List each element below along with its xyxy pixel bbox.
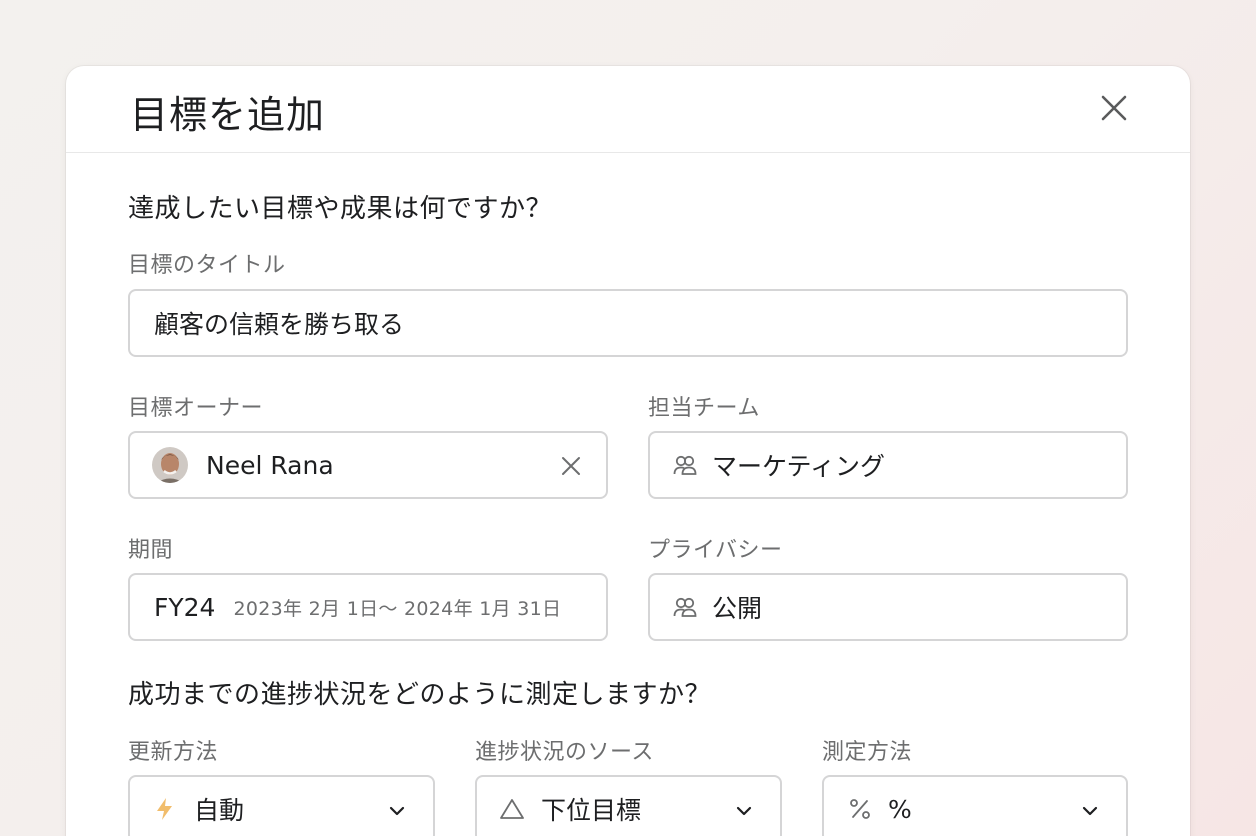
team-label: 担当チーム [648, 396, 760, 421]
period-field[interactable]: FY24 2023年 2月 1日～ 2024年 1月 31日 [128, 573, 608, 641]
progress-source-value: 下位目標 [541, 796, 642, 825]
chevron-down-icon [736, 806, 752, 816]
clear-owner-button[interactable] [560, 455, 582, 477]
team-field[interactable]: マーケティング [648, 431, 1128, 499]
period-label: 期間 [128, 538, 174, 563]
progress-source-select[interactable]: 下位目標 [475, 775, 782, 836]
progress-source-label: 進捗状況のソース [475, 740, 654, 765]
chevron-down-icon [389, 806, 405, 816]
team-icon [673, 597, 697, 617]
clear-icon [562, 457, 580, 475]
privacy-value: 公開 [712, 594, 763, 623]
team-value: マーケティング [712, 452, 886, 481]
close-icon [1101, 95, 1127, 121]
lightning-icon [157, 798, 172, 820]
goal-owner-field[interactable]: Neel Rana [128, 431, 608, 499]
goal-title-label: 目標のタイトル [128, 253, 286, 278]
measure-method-label: 測定方法 [822, 740, 913, 765]
measure-method-select[interactable]: % [822, 775, 1128, 836]
add-goal-dialog: 目標を追加 達成したい目標や成果は何ですか？ 目標のタイトル 顧客の信頼を勝ち取… [66, 66, 1190, 836]
privacy-field[interactable]: 公開 [648, 573, 1128, 641]
team-icon [673, 455, 697, 475]
update-method-select[interactable]: 自動 [128, 775, 435, 836]
close-button[interactable] [1100, 94, 1128, 122]
triangle-icon [500, 799, 524, 819]
goal-question: 達成したい目標や成果は何ですか？ [128, 194, 553, 224]
update-method-label: 更新方法 [128, 740, 219, 765]
avatar [152, 447, 188, 483]
goal-title-value: 顧客の信頼を勝ち取る [154, 310, 405, 339]
goal-title-input[interactable]: 顧客の信頼を勝ち取る [128, 289, 1128, 357]
dialog-header: 目標を追加 [66, 66, 1190, 153]
period-range: 2023年 2月 1日～ 2024年 1月 31日 [233, 597, 562, 620]
update-method-value: 自動 [194, 796, 245, 825]
period-value: FY24 [154, 592, 216, 622]
goal-owner-value: Neel Rana [206, 450, 334, 480]
privacy-label: プライバシー [648, 538, 783, 563]
dialog-title: 目標を追加 [130, 93, 326, 137]
progress-question: 成功までの進捗状況をどのように測定しますか？ [128, 680, 712, 710]
goal-owner-label: 目標オーナー [128, 396, 264, 421]
chevron-down-icon [1082, 806, 1098, 816]
screen-frame: 目標を追加 達成したい目標や成果は何ですか？ 目標のタイトル 顧客の信頼を勝ち取… [0, 0, 1256, 836]
measure-method-value: % [888, 794, 912, 824]
percent-icon [850, 799, 870, 819]
